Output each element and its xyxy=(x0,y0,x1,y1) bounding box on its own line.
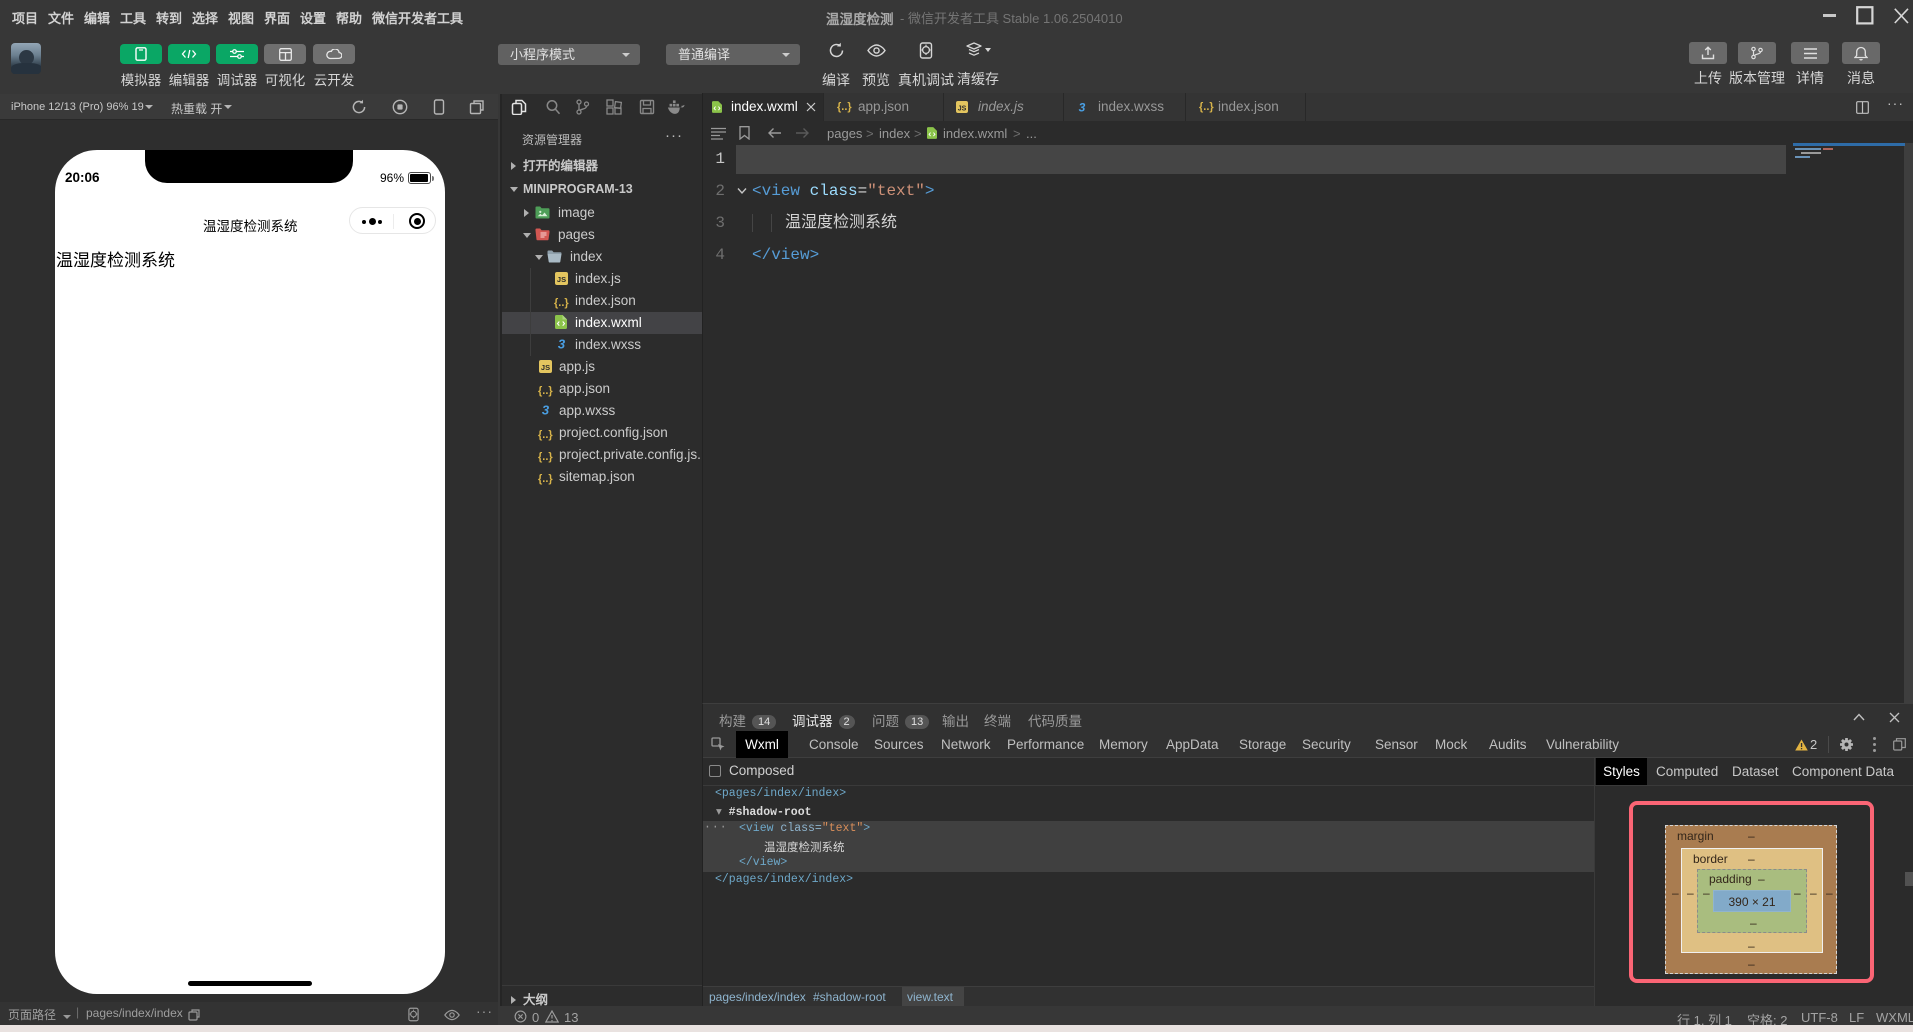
svg-text:JS: JS xyxy=(557,275,566,284)
svg-text:3: 3 xyxy=(542,403,550,416)
svg-text:JS: JS xyxy=(541,363,550,372)
svg-text:3: 3 xyxy=(558,337,566,350)
svg-text:JS: JS xyxy=(958,106,967,113)
svg-text:3: 3 xyxy=(1079,101,1086,113)
